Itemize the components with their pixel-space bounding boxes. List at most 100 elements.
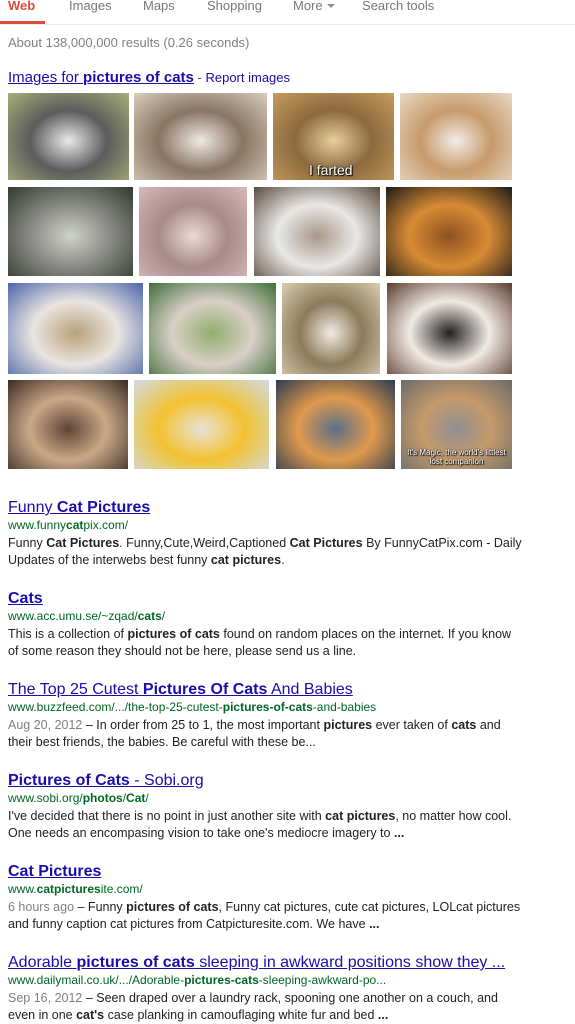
text-run: .: [281, 553, 285, 567]
result-title-link[interactable]: The Top 25 Cutest Pictures Of Cats And B…: [8, 681, 528, 699]
separator: -: [193, 70, 206, 85]
highlight-term: Cat Pictures: [46, 536, 120, 550]
caption-line: I farted: [309, 162, 353, 178]
text-run: – In order from 25 to 1, the most import…: [82, 718, 324, 732]
image-thumbnail-tabby-smiling[interactable]: I farted: [273, 93, 394, 180]
highlight-term: cats: [451, 718, 477, 732]
highlight-term: Pictures Of Cats: [142, 681, 268, 698]
result-snippet: I've decided that there is no point in j…: [8, 808, 523, 842]
result-title-link[interactable]: Cats: [8, 590, 528, 608]
text-run: ite.com/: [100, 882, 143, 896]
highlight-term: Cat Pictures: [56, 499, 151, 516]
result-url: www.dailymail.co.uk/.../Adorable-picture…: [8, 973, 528, 988]
image-thumbnail-three-kittens-garden[interactable]: [149, 283, 276, 374]
text-run: case planking in camouflaging white fur …: [104, 1008, 378, 1022]
result-date: Sep 16, 2012: [8, 991, 83, 1005]
text-run: www.acc.umu.se/~zqad/: [8, 609, 138, 623]
highlight-term: cat's: [76, 1008, 105, 1022]
text-run: Funny: [8, 499, 57, 516]
result-url: www.catpicturesite.com/: [8, 882, 528, 897]
tab-images[interactable]: Images: [69, 0, 112, 13]
image-thumbnail-orange-kitten-blue[interactable]: [276, 380, 395, 469]
highlight-term: ...: [393, 826, 405, 840]
image-thumbnail-kitten-straw-hat[interactable]: [400, 93, 512, 180]
highlight-term: cat: [66, 518, 84, 532]
tab-shopping[interactable]: Shopping: [207, 0, 262, 13]
text-run: I've decided that there is no point in j…: [8, 809, 326, 823]
image-caption: It's Magic, the world's littlest lost com…: [403, 448, 510, 466]
caption-line: It's Magic, the world's littlest: [407, 448, 506, 457]
search-result: The Top 25 Cutest Pictures Of Cats And B…: [8, 681, 528, 751]
text-run: www.buzzfeed.com/.../the-top-25-cutest-: [8, 700, 223, 714]
text-run: sleeping in awkward positions show they …: [194, 954, 506, 971]
text-run: This is a collection of: [8, 627, 128, 641]
image-thumbnail-three-kittens-blue[interactable]: [8, 283, 143, 374]
text-run: www.: [8, 882, 37, 896]
image-thumbnail-laughing-cat[interactable]: It's Magic, the world's littlest lost com…: [401, 380, 512, 469]
highlight-term: cats: [137, 609, 162, 623]
text-run: -and-babies: [312, 700, 377, 714]
highlight-term: Pictures of Cats: [8, 772, 130, 789]
text-run: /: [161, 609, 166, 623]
result-url: www.sobi.org/photos/Cat/: [8, 791, 528, 806]
result-stats: About 138,000,000 results (0.26 seconds): [8, 35, 250, 50]
search-result: Funny Cat Pictures www.funnycatpix.com/ …: [8, 499, 528, 569]
highlight-term: Cats: [8, 590, 43, 607]
image-thumbnail-kittens-basket[interactable]: [254, 187, 380, 276]
highlight-term: pictures of cats: [126, 900, 219, 914]
text-run: – Funny: [74, 900, 127, 914]
result-snippet: Sep 16, 2012 – Seen draped over a laundr…: [8, 990, 523, 1024]
tab-search-tools[interactable]: Search tools: [362, 0, 434, 13]
result-title-link[interactable]: Pictures of Cats - Sobi.org: [8, 772, 528, 790]
images-prefix: Images for: [8, 69, 84, 86]
search-result: Cat Pictures www.catpicturesite.com/ 6 h…: [8, 863, 528, 933]
highlight-term: cat pictures: [210, 553, 282, 567]
highlight-term: ...: [369, 917, 380, 931]
image-thumbnail-tabby-white-portrait[interactable]: [282, 283, 380, 374]
image-thumbnail-cat-face-closeup[interactable]: [139, 187, 247, 276]
result-url: www.buzzfeed.com/.../the-top-25-cutest-p…: [8, 700, 528, 715]
highlight-term: catpictures: [36, 882, 101, 896]
image-thumbnail-grey-kittens-grass[interactable]: [8, 187, 133, 276]
result-snippet: This is a collection of pictures of cats…: [8, 626, 523, 660]
images-header: Images for pictures of cats - Report ima…: [8, 69, 290, 86]
highlight-term: pictures-of-cats: [222, 700, 313, 714]
image-thumbnail-tabby-sleeping[interactable]: [134, 93, 267, 180]
result-title-link[interactable]: Cat Pictures: [8, 863, 528, 881]
tab-web[interactable]: Web: [8, 0, 35, 13]
result-title-link[interactable]: Adorable pictures of cats sleeping in aw…: [8, 954, 528, 972]
tab-more-label: More: [293, 0, 323, 13]
image-caption: I farted: [309, 162, 353, 178]
result-snippet: Funny Cat Pictures. Funny,Cute,Weird,Cap…: [8, 535, 523, 569]
report-images-link[interactable]: Report images: [205, 70, 290, 85]
highlight-term: Cat Pictures: [8, 863, 102, 880]
text-run: Adorable: [8, 954, 77, 971]
result-date: Aug 20, 2012: [8, 718, 83, 732]
search-tabs: Web Images Maps Shopping More Search too…: [0, 0, 575, 24]
search-result: Pictures of Cats - Sobi.org www.sobi.org…: [8, 772, 528, 842]
text-run: /: [145, 791, 149, 805]
text-run: www.dailymail.co.uk/.../Adorable-: [8, 973, 185, 987]
images-for-link[interactable]: Images for pictures of cats: [8, 69, 194, 86]
highlight-term: pictures-cats: [184, 973, 259, 987]
highlight-term: pictures: [323, 718, 373, 732]
tab-more[interactable]: More: [293, 0, 335, 13]
result-url: www.acc.umu.se/~zqad/cats/: [8, 609, 528, 624]
text-run: - Sobi.org: [129, 772, 204, 789]
image-thumbnail-orange-kitten-toy[interactable]: [386, 187, 512, 276]
result-title-link[interactable]: Funny Cat Pictures: [8, 499, 528, 517]
divider: [0, 24, 575, 25]
text-run: www.sobi.org/: [8, 791, 83, 805]
highlight-term: pictures of cats: [76, 954, 195, 971]
image-thumbnail-calico-kitten-dark[interactable]: [8, 380, 128, 469]
image-thumbnail-calico-portrait[interactable]: [387, 283, 512, 374]
highlight-term: photos: [82, 791, 123, 805]
image-thumbnail-kittens-group-bw[interactable]: [8, 93, 129, 180]
text-run: ever taken of: [372, 718, 452, 732]
image-thumbnail-kitten-duck-hat[interactable]: [134, 380, 269, 469]
highlight-term: pictures of cats: [127, 627, 220, 641]
tab-maps[interactable]: Maps: [143, 0, 175, 13]
text-run: -sleeping-awkward-po...: [258, 973, 387, 987]
chevron-down-icon: [326, 3, 335, 8]
highlight-term: Cat Pictures: [289, 536, 363, 550]
